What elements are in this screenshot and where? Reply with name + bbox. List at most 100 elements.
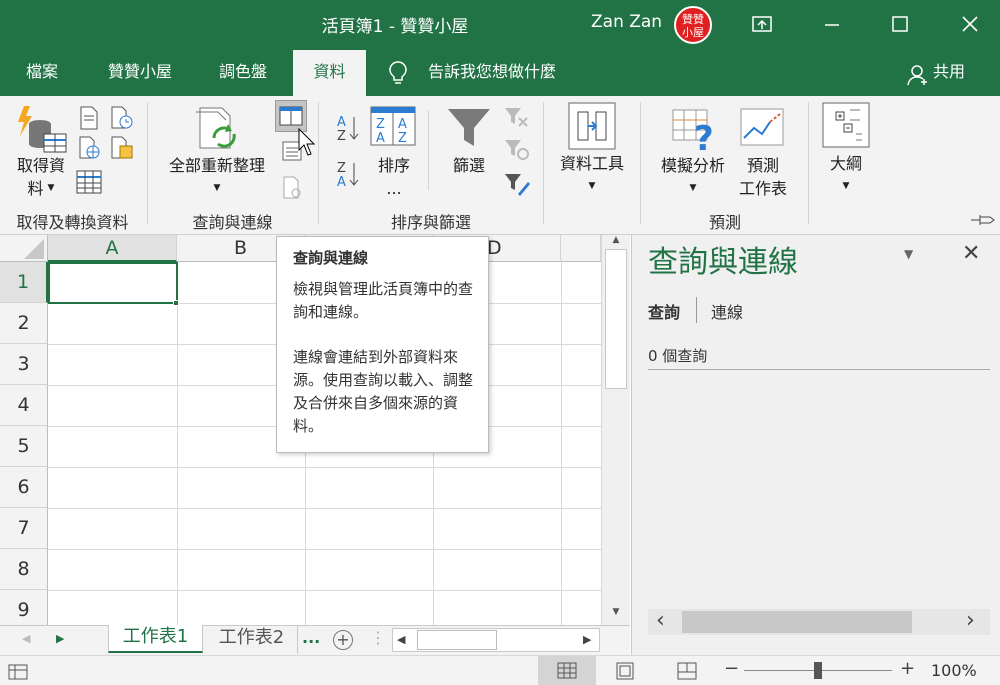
horizontal-scrollbar[interactable]: ◀ ▶ [392, 628, 600, 652]
fill-handle[interactable] [173, 300, 179, 306]
minimize-button[interactable] [804, 0, 860, 48]
column-header-a[interactable]: A [48, 235, 177, 262]
splitter-handle-icon[interactable]: ⋮ [370, 628, 386, 647]
zoom-level[interactable]: 100% [931, 661, 977, 680]
pane-scroll-right-icon[interactable]: › [966, 609, 975, 633]
zoom-out-button[interactable]: − [724, 658, 739, 679]
what-if-analysis-button[interactable]: 模擬分析 ▼ [654, 154, 732, 200]
pane-horizontal-scrollbar[interactable]: ‹ › [648, 609, 990, 635]
data-tools-icon[interactable] [568, 102, 616, 154]
group-sort-filter: 排序與篩選 [390, 213, 471, 232]
sort-button[interactable]: 排序 ... [368, 154, 420, 200]
filter-button[interactable]: 篩選 [442, 154, 496, 177]
active-cell-a1[interactable] [48, 262, 178, 304]
close-pane-icon[interactable]: ✕ [962, 241, 980, 266]
filter-icon[interactable] [446, 106, 492, 154]
user-name[interactable]: Zan Zan [591, 12, 662, 32]
prev-sheet-icon[interactable]: ◀ [22, 632, 30, 645]
forecast-sheet-icon[interactable] [740, 108, 784, 150]
tab-zanzan[interactable]: 贊贊小屋 [94, 50, 186, 96]
edit-links-icon[interactable] [282, 176, 304, 204]
tab-data[interactable]: 資料 [293, 50, 366, 96]
more-sheets-button[interactable]: ... [302, 628, 320, 647]
page-layout-view-icon[interactable] [614, 662, 636, 684]
get-data-icon[interactable] [14, 104, 70, 158]
close-icon [962, 16, 978, 32]
scroll-left-icon[interactable]: ◀ [397, 633, 405, 646]
refresh-all-button[interactable]: 全部重新整理 ▼ [158, 154, 276, 200]
row-header-5[interactable]: 5 [0, 426, 48, 467]
chevron-down-icon: ▼ [842, 181, 850, 191]
add-sheet-icon[interactable]: + [333, 630, 353, 650]
sort-icon[interactable]: ZAAZ [370, 106, 416, 150]
normal-view-button[interactable] [538, 656, 596, 685]
row-header-7[interactable]: 7 [0, 508, 48, 549]
outline-icon[interactable] [822, 102, 870, 152]
tab-divider [696, 297, 697, 323]
sheet-tab-1[interactable]: 工作表1 [108, 625, 203, 653]
row-header-8[interactable]: 8 [0, 549, 48, 590]
from-table-icon[interactable] [76, 170, 102, 198]
data-tools-label: 資料工具 [559, 154, 624, 173]
close-button[interactable] [942, 0, 998, 48]
scroll-right-icon[interactable]: ▶ [583, 633, 591, 646]
data-tools-button[interactable]: 資料工具 ▼ [552, 152, 632, 198]
ribbon-display-options-button[interactable] [734, 0, 790, 48]
group-separator [808, 102, 809, 224]
zoom-slider[interactable] [744, 662, 892, 679]
outline-label: 大綱 [829, 154, 862, 173]
row-header-4[interactable]: 4 [0, 385, 48, 426]
divider [648, 369, 990, 370]
sort-more-label: ... [386, 179, 402, 198]
sheet-tab-2[interactable]: 工作表2 [206, 626, 298, 654]
h-scroll-thumb[interactable] [417, 630, 497, 650]
select-all-icon [24, 239, 44, 259]
tab-palette[interactable]: 調色盤 [205, 50, 281, 96]
row-header-6[interactable]: 6 [0, 467, 48, 508]
macro-record-icon[interactable] [8, 663, 30, 685]
column-header-e[interactable] [561, 235, 601, 262]
avatar[interactable]: 贊贊小屋 [674, 6, 712, 44]
recent-sources-icon[interactable] [110, 106, 134, 134]
sort-az-icon[interactable]: AZ [336, 114, 362, 146]
scroll-thumb[interactable] [605, 249, 627, 389]
pane-options-dropdown[interactable]: ▼ [904, 247, 913, 261]
pane-scroll-thumb[interactable] [682, 611, 912, 633]
share-button[interactable]: 共用 [923, 50, 975, 96]
tab-queries[interactable]: 查詢 [648, 299, 680, 323]
existing-connections-icon[interactable] [110, 136, 134, 164]
clear-filter-icon[interactable] [504, 106, 530, 134]
gridline [48, 549, 601, 550]
tab-file[interactable]: 檔案 [12, 50, 72, 96]
row-header-2[interactable]: 2 [0, 303, 48, 344]
what-if-analysis-icon[interactable]: ? [672, 104, 718, 159]
from-web-icon[interactable] [78, 136, 102, 164]
sort-za-icon[interactable]: ZA [336, 160, 362, 192]
pin-ribbon-icon[interactable] [970, 212, 996, 231]
get-data-button[interactable]: 取得資 料 ▼ [12, 154, 70, 200]
zoom-slider-thumb[interactable] [814, 662, 822, 679]
chevron-down-icon: ▼ [213, 183, 221, 193]
scroll-up-icon[interactable]: ▲ [602, 235, 630, 247]
page-break-view-icon[interactable] [676, 662, 698, 684]
row-header-9[interactable]: 9 [0, 590, 48, 625]
next-sheet-icon[interactable]: ▶ [56, 632, 64, 645]
refresh-all-icon[interactable] [194, 104, 244, 158]
tell-me-search[interactable]: 告訴我您想做什麼 [414, 50, 570, 96]
queries-connections-pane: 查詢與連線 ▼ ✕ 查詢 連線 0 個查詢 ‹ › [631, 235, 1000, 655]
scroll-down-icon[interactable]: ▼ [602, 607, 630, 623]
from-text-icon[interactable] [78, 106, 100, 134]
reapply-filter-icon[interactable] [504, 138, 530, 166]
row-header-1[interactable]: 1 [0, 262, 48, 303]
tab-connections[interactable]: 連線 [711, 299, 743, 323]
chevron-down-icon: ▼ [47, 183, 55, 193]
outline-button[interactable]: 大綱 ▼ [818, 152, 874, 198]
forecast-sheet-button[interactable]: 預測 工作表 [732, 154, 794, 200]
maximize-button[interactable] [872, 0, 928, 48]
advanced-filter-icon[interactable] [504, 172, 530, 202]
pane-scroll-left-icon[interactable]: ‹ [656, 609, 665, 633]
select-all-button[interactable] [0, 235, 48, 262]
zoom-in-button[interactable]: + [900, 658, 915, 679]
row-header-3[interactable]: 3 [0, 344, 48, 385]
vertical-scrollbar[interactable]: ▲ ▼ [601, 235, 630, 625]
